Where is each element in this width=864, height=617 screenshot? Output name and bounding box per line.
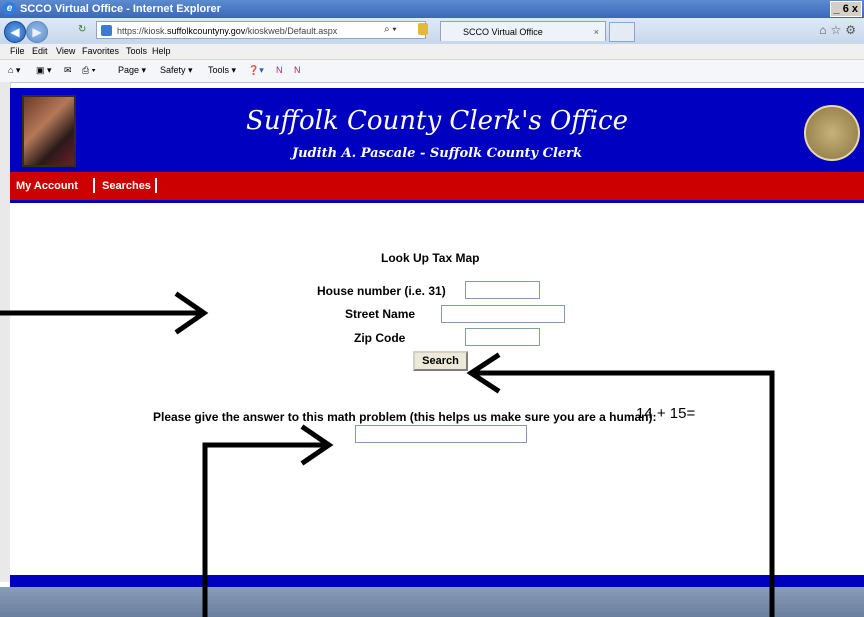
- annotation-arrows: [0, 291, 775, 617]
- arrow-to-captcha-shaft: [202, 442, 328, 617]
- arrow-to-search-shaft: [472, 370, 775, 617]
